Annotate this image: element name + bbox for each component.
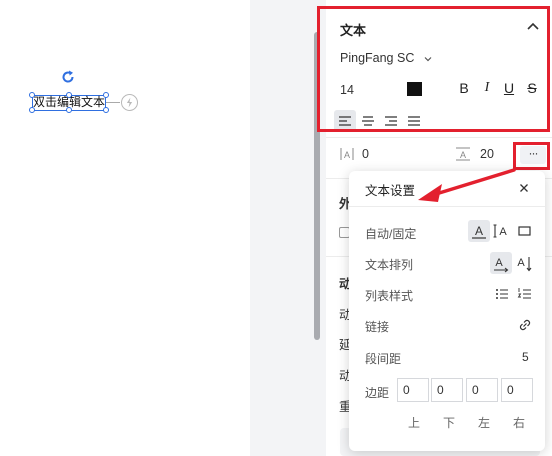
align-left-button[interactable] xyxy=(334,110,356,132)
link-label: 链接 xyxy=(365,320,390,334)
svg-text:A: A xyxy=(475,224,483,238)
margin-right-label: 右 xyxy=(513,416,526,430)
divider xyxy=(326,137,552,138)
svg-text:A: A xyxy=(460,150,466,160)
margin-left-input[interactable]: 0 xyxy=(466,378,498,402)
fixed-size-button[interactable] xyxy=(513,220,535,242)
svg-text:A: A xyxy=(517,257,525,269)
resize-handle[interactable] xyxy=(66,92,72,98)
align-right-icon xyxy=(385,116,397,126)
margin-top-input[interactable]: 0 xyxy=(397,378,429,402)
line-height-icon: A xyxy=(456,147,470,161)
bullet-list-icon[interactable] xyxy=(491,283,513,305)
more-options-button[interactable]: ··· xyxy=(520,146,546,164)
paragraph-spacing-value[interactable]: 5 xyxy=(522,350,529,364)
text-color-swatch[interactable] xyxy=(407,82,422,96)
font-family-value: PingFang SC xyxy=(340,51,415,65)
resize-handle[interactable] xyxy=(66,107,72,113)
align-center-button[interactable] xyxy=(357,110,379,132)
align-center-icon xyxy=(362,116,374,126)
letter-spacing-icon: A xyxy=(340,148,354,160)
chevron-down-icon xyxy=(424,56,432,62)
horizontal-text-icon: A xyxy=(494,257,509,273)
svg-text:A: A xyxy=(495,257,503,269)
auto-fixed-label: 自动/固定 xyxy=(365,227,417,241)
annotation-arrow xyxy=(418,168,516,202)
margin-left-label: 左 xyxy=(478,416,491,430)
vertical-text-icon: A xyxy=(517,257,532,272)
horizontal-text-button[interactable]: A xyxy=(490,252,512,274)
margin-top-label: 上 xyxy=(408,416,421,430)
svg-text:A: A xyxy=(499,226,507,238)
resize-handle[interactable] xyxy=(103,107,109,113)
fixed-size-icon xyxy=(518,226,531,236)
line-height-value[interactable]: 20 xyxy=(480,147,494,161)
section-title-text: 文本 xyxy=(340,23,367,38)
resize-handle[interactable] xyxy=(29,107,35,113)
italic-button[interactable]: I xyxy=(479,80,495,98)
align-justify-icon xyxy=(408,116,420,126)
auto-height-button[interactable]: A xyxy=(490,220,512,242)
lightning-icon[interactable] xyxy=(121,94,138,111)
font-size-input[interactable]: 14 xyxy=(340,83,354,97)
auto-width-icon: A xyxy=(472,224,486,239)
link-icon[interactable] xyxy=(514,314,536,336)
paragraph-spacing-label: 段间距 xyxy=(365,352,402,366)
align-left-icon xyxy=(339,116,351,126)
strikethrough-button[interactable]: S xyxy=(524,80,540,98)
resize-handle[interactable] xyxy=(103,92,109,98)
vertical-scrollbar[interactable] xyxy=(314,32,320,340)
margin-bottom-input[interactable]: 0 xyxy=(431,378,463,402)
auto-height-icon: A xyxy=(493,224,507,238)
margin-bottom-label: 下 xyxy=(443,416,456,430)
chevron-up-icon[interactable] xyxy=(526,20,540,32)
text-arrangement-label: 文本排列 xyxy=(365,258,414,272)
resize-handle[interactable] xyxy=(29,92,35,98)
text-settings-popover xyxy=(349,171,545,451)
margin-right-input[interactable]: 0 xyxy=(501,378,533,402)
bold-button[interactable]: B xyxy=(456,80,472,98)
vertical-text-button[interactable]: A xyxy=(513,252,535,274)
align-justify-button[interactable] xyxy=(403,110,425,132)
connector-line xyxy=(106,102,120,103)
popover-title: 文本设置 xyxy=(365,184,416,198)
underline-button[interactable]: U xyxy=(501,80,517,98)
editor-root: 双击编辑文本 文本 PingFang SC 14 B I U S A 0 A 2… xyxy=(0,0,552,456)
list-style-label: 列表样式 xyxy=(365,289,414,303)
canvas[interactable] xyxy=(0,0,250,456)
auto-width-button[interactable]: A xyxy=(468,220,490,242)
font-family-select[interactable]: PingFang SC xyxy=(340,51,432,65)
numbered-list-icon[interactable] xyxy=(514,283,536,305)
margin-label: 边距 xyxy=(365,386,390,400)
letter-spacing-value[interactable]: 0 xyxy=(362,147,369,161)
rotate-icon[interactable] xyxy=(60,69,76,85)
svg-text:A: A xyxy=(344,150,350,160)
align-right-button[interactable] xyxy=(380,110,402,132)
